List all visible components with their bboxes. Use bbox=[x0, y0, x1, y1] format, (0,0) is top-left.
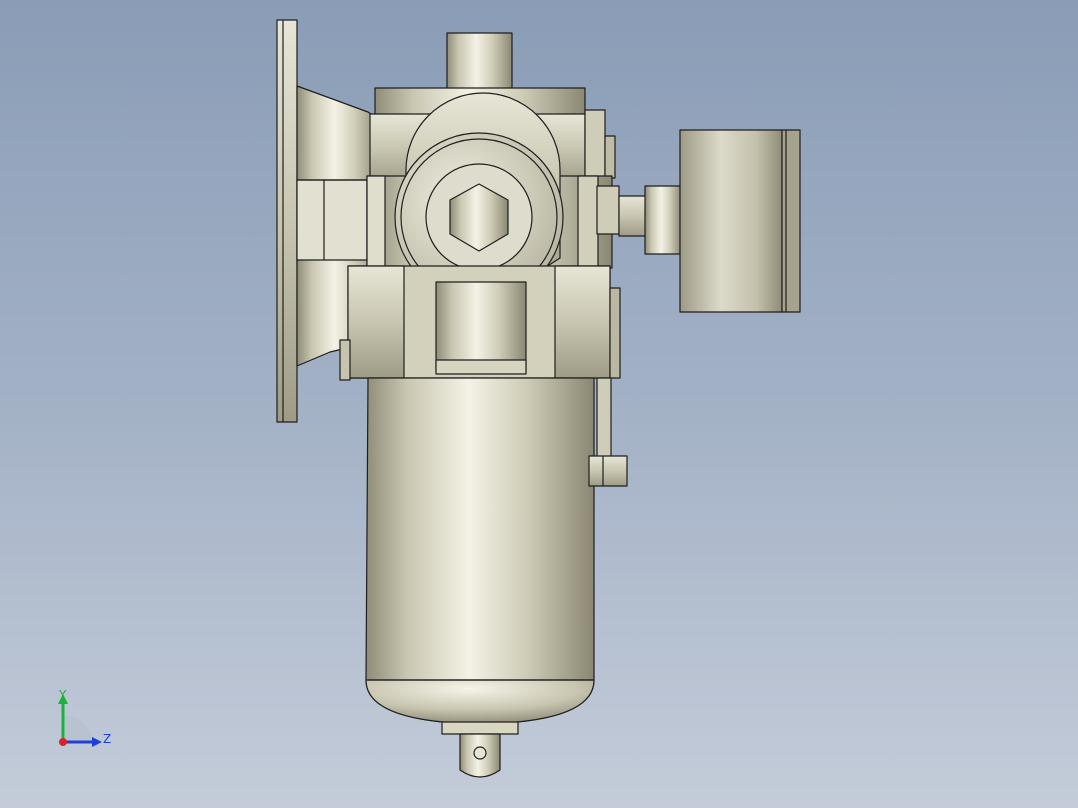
axis-triad: Y Z bbox=[40, 680, 130, 760]
rotation-arc-icon bbox=[65, 715, 92, 740]
3d-viewport[interactable]: Y Z bbox=[0, 0, 1078, 808]
outlet-fitting[interactable] bbox=[435, 281, 527, 375]
drain-lever[interactable] bbox=[588, 377, 628, 487]
filter-bowl[interactable] bbox=[365, 377, 595, 725]
filter-regulator-model[interactable] bbox=[0, 0, 1078, 808]
x-axis-icon bbox=[59, 738, 67, 746]
pressure-gauge[interactable] bbox=[679, 129, 801, 313]
top-port[interactable] bbox=[446, 32, 513, 92]
bottom-drain[interactable] bbox=[441, 721, 519, 778]
y-axis-label: Y bbox=[59, 688, 67, 702]
z-axis-label: Z bbox=[103, 732, 112, 746]
